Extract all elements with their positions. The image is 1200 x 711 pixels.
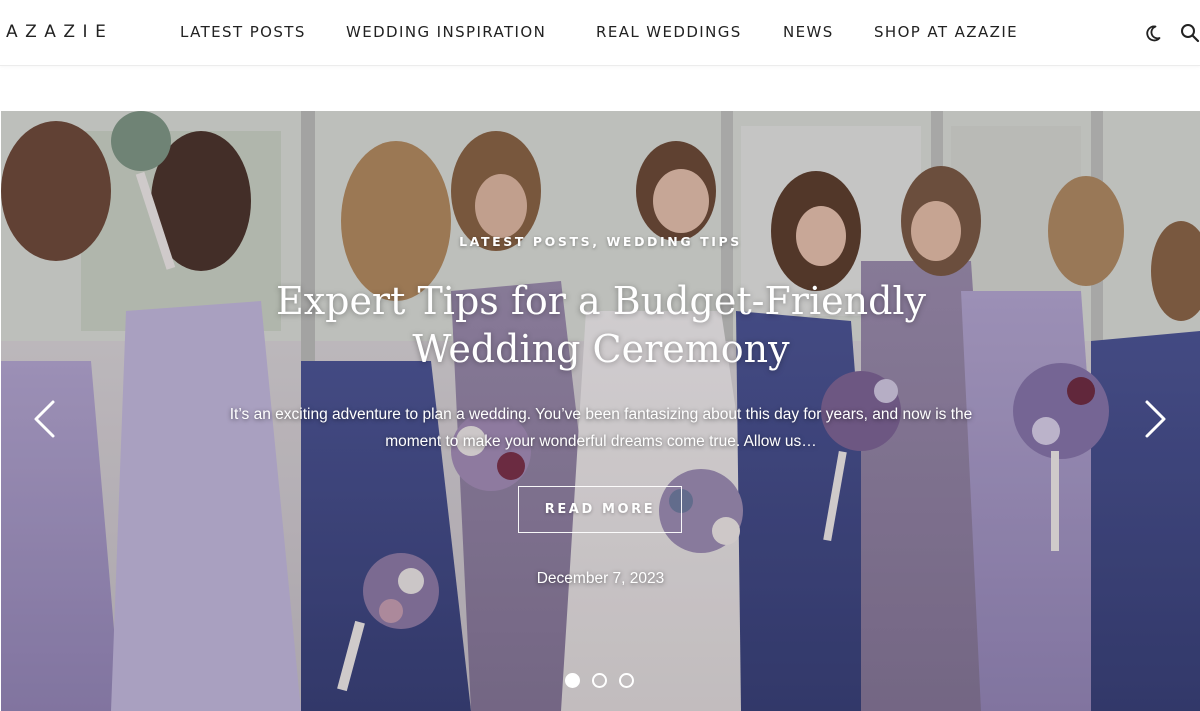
post-excerpt: It’s an exciting adventure to plan a wed…	[229, 406, 973, 450]
nav-shop-at-azazie[interactable]: SHOP AT AZAZIE	[874, 23, 1018, 41]
search-icon[interactable]	[1179, 22, 1200, 44]
hero-slider: LATEST POSTS, WEDDING TIPS Expert Tips f…	[1, 111, 1200, 711]
nav-wedding-inspiration[interactable]: WEDDING INSPIRATION	[346, 23, 546, 41]
site-logo[interactable]: AZAZIE	[6, 22, 113, 42]
slide-content: LATEST POSTS, WEDDING TIPS Expert Tips f…	[1, 111, 1200, 711]
nav-latest-posts[interactable]: LATEST POSTS	[180, 23, 306, 41]
nav-news[interactable]: NEWS	[783, 23, 834, 41]
post-title[interactable]: Expert Tips for a Budget-Friendly Weddin…	[251, 277, 951, 373]
chevron-right-icon[interactable]	[1137, 394, 1173, 444]
moon-icon[interactable]	[1142, 22, 1164, 44]
slide-dot-2[interactable]	[592, 673, 607, 688]
site-header: AZAZIE LATEST POSTS WEDDING INSPIRATION …	[0, 0, 1200, 66]
slide-dot-1[interactable]	[565, 673, 580, 688]
nav-real-weddings[interactable]: REAL WEDDINGS	[596, 23, 742, 41]
post-date: December 7, 2023	[536, 570, 665, 587]
chevron-left-icon[interactable]	[27, 394, 63, 444]
read-more-button[interactable]: READ MORE	[518, 486, 682, 533]
slider-pagination	[1, 673, 1200, 689]
post-categories[interactable]: LATEST POSTS, WEDDING TIPS	[1, 234, 1200, 249]
slide-dot-3[interactable]	[619, 673, 634, 688]
